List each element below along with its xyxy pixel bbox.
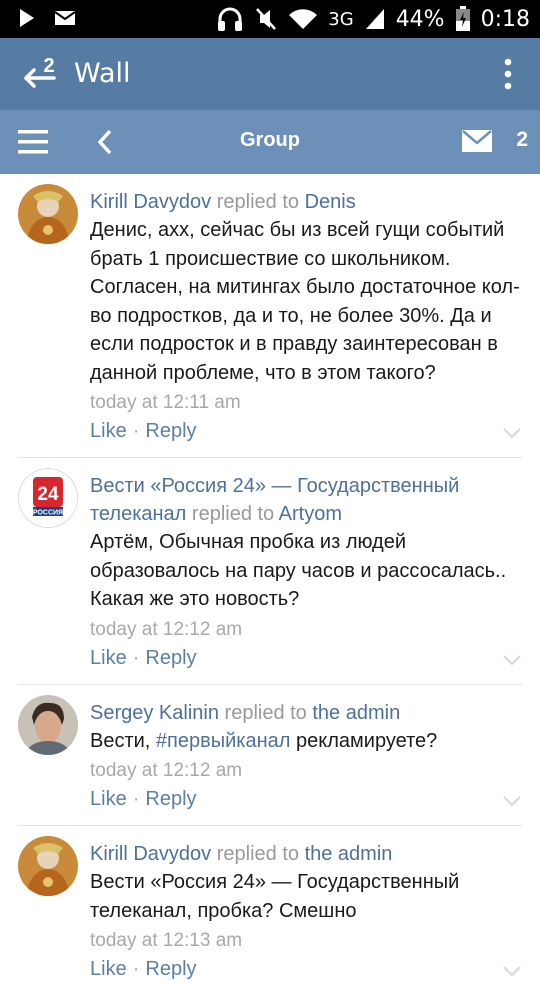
message-count[interactable]: 2 — [516, 128, 528, 152]
comment-actions: Like · Reply — [90, 785, 522, 825]
replied-label: replied to — [216, 843, 299, 865]
like-button[interactable]: Like — [90, 788, 127, 810]
network-type: 3G — [328, 8, 354, 30]
comment-item: Kirill Davydov replied to the admin Вест… — [0, 826, 540, 995]
reply-button[interactable]: Reply — [145, 647, 196, 669]
clock: 0:18 — [480, 6, 530, 32]
battery-percent: 44% — [395, 6, 445, 32]
reply-button[interactable]: Reply — [145, 420, 196, 442]
comment-meta: Sergey Kalinin replied to the admin — [90, 699, 522, 727]
chevron-down-icon[interactable] — [502, 795, 522, 807]
target-link[interactable]: the admin — [305, 843, 393, 865]
comment-actions: Like · Reply — [90, 417, 522, 457]
comment-meta: Kirill Davydov replied to Denis — [90, 188, 522, 216]
comment-item: Sergey Kalinin replied to the admin Вест… — [0, 685, 540, 826]
app-title: Wall — [74, 58, 131, 89]
replied-label: replied to — [191, 503, 275, 525]
group-title: Group — [240, 129, 300, 151]
comment-text: Артём, Обычная пробка из людей образовал… — [90, 531, 507, 610]
comment-item: 24 РОССИЯ Вести «Россия 24» — Государств… — [0, 458, 540, 684]
author-link[interactable]: Kirill Davydov — [90, 191, 211, 213]
status-bar: 3G 44% 0:18 — [0, 0, 540, 38]
mail-icon[interactable] — [462, 130, 492, 152]
avatar[interactable] — [18, 836, 78, 896]
comment-time: today at 12:13 am — [90, 930, 243, 951]
replied-label: replied to — [224, 701, 307, 724]
comment-actions: Like · Reply — [90, 955, 522, 995]
battery-charging-icon — [455, 6, 470, 31]
back-arrow-icon: 2 — [24, 54, 58, 88]
russia24-logo-caption: РОССИЯ — [33, 510, 63, 517]
play-store-icon — [20, 9, 34, 27]
author-link[interactable]: Sergey Kalinin — [90, 702, 219, 724]
russia24-logo-number: 24 — [37, 484, 59, 505]
comment-time: today at 12:12 am — [90, 760, 243, 781]
comment-meta: Вести «Россия 24» — Государственный теле… — [90, 472, 522, 528]
hashtag-link[interactable]: #первыйканал — [156, 730, 291, 752]
back-badge: 2 — [43, 55, 54, 77]
comment-text: Вести, #первыйканал рекламируете? — [90, 727, 522, 756]
avatar[interactable]: 24 РОССИЯ — [18, 468, 78, 528]
target-link[interactable]: Denis — [305, 191, 356, 213]
comment-meta: Kirill Davydov replied to the admin — [90, 840, 522, 868]
comment-item: Kirill Davydov replied to Denis Денис, а… — [0, 174, 540, 457]
avatar[interactable] — [18, 694, 78, 755]
replied-label: replied to — [216, 191, 299, 213]
wifi-icon — [289, 9, 318, 29]
overflow-menu-icon[interactable] — [504, 58, 512, 90]
text-suffix: рекламируете? — [290, 729, 438, 752]
like-button[interactable]: Like — [90, 958, 127, 980]
author-link[interactable]: Kirill Davydov — [90, 843, 211, 865]
avatar[interactable] — [18, 184, 78, 244]
mute-icon — [256, 8, 277, 30]
app-bar: 2 Wall — [0, 38, 540, 110]
author-link[interactable]: Вести «Россия 24» — Государственный теле… — [90, 475, 459, 525]
target-link[interactable]: Artyom — [279, 503, 342, 525]
chevron-down-icon[interactable] — [502, 654, 522, 666]
like-button[interactable]: Like — [90, 420, 127, 442]
back-button[interactable]: 2 — [20, 52, 64, 96]
comment-text: Денис, ахх, сейчас бы из всей гущи событ… — [90, 219, 520, 384]
chevron-down-icon[interactable] — [502, 965, 522, 977]
chevron-down-icon[interactable] — [502, 427, 522, 439]
comment-feed: Kirill Davydov replied to Denis Денис, а… — [0, 174, 540, 995]
reply-button[interactable]: Reply — [145, 788, 196, 810]
comment-time: today at 12:11 am — [90, 392, 241, 413]
comment-actions: Like · Reply — [90, 644, 522, 684]
comment-time: today at 12:12 am — [90, 618, 243, 640]
headphones-icon — [218, 7, 243, 31]
mail-notification-icon — [54, 11, 76, 25]
group-bar: Group 2 — [0, 110, 540, 174]
comment-text: Вести «Россия 24» — Государственный теле… — [90, 871, 460, 922]
text-prefix: Вести, — [90, 729, 156, 752]
like-button[interactable]: Like — [90, 647, 127, 669]
reply-button[interactable]: Reply — [145, 958, 196, 980]
target-link[interactable]: the admin — [312, 702, 400, 724]
signal-icon — [365, 9, 384, 29]
